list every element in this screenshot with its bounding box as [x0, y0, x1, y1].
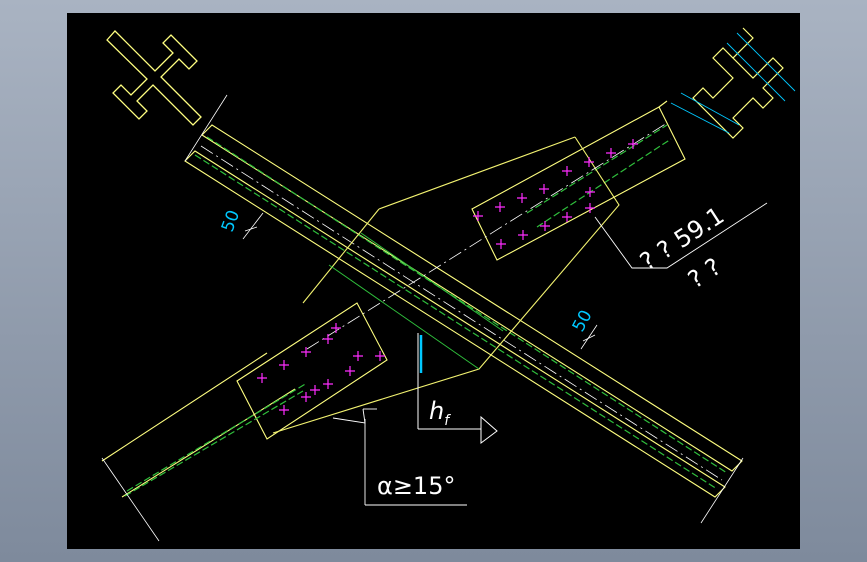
leader-note-2: ? ? — [683, 253, 726, 295]
main-diagonal-member — [184, 94, 744, 524]
connection-lines — [306, 122, 668, 370]
weld-symbol-arrow-icon — [417, 333, 498, 444]
upper-right-brace — [471, 100, 686, 261]
weld-label: hf — [429, 397, 451, 429]
dimension-label-right: 50 — [569, 307, 597, 335]
dimension-label-left: 50 — [218, 208, 244, 235]
lower-left-brace — [101, 302, 388, 542]
i-beam-section-bolted-icon — [670, 27, 796, 139]
i-beam-section-icon — [106, 30, 202, 126]
bolt-group-upper — [473, 139, 638, 249]
cad-viewport[interactable]: 50 50 ? ? 59.1 ? ? α≥15° hf — [67, 13, 800, 549]
angle-label: α≥15° — [377, 472, 455, 500]
cad-drawing: 50 50 ? ? 59.1 ? ? α≥15° hf — [101, 27, 796, 542]
gusset-plate — [272, 136, 620, 434]
